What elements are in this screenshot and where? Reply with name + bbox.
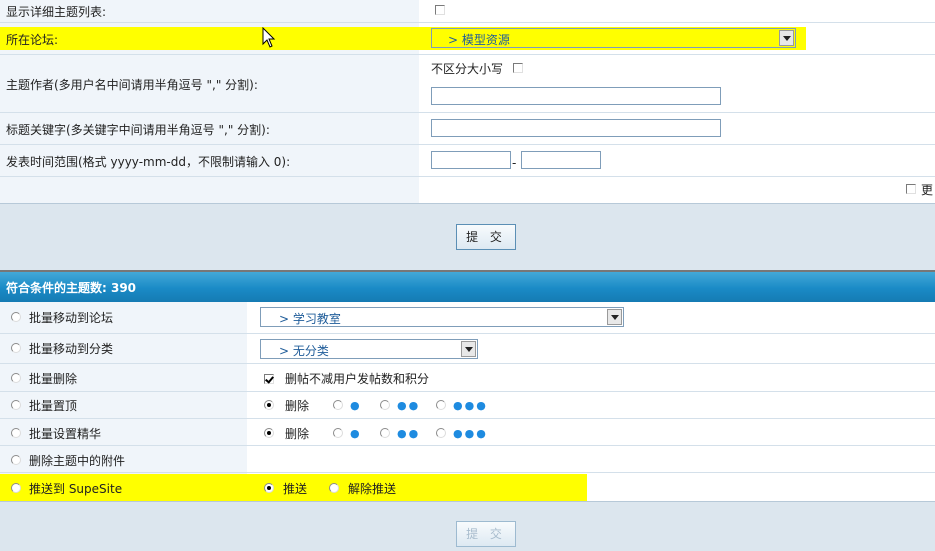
digest-level1-radio[interactable]	[333, 428, 343, 438]
level-dot-icon: ●	[350, 427, 362, 440]
move-forum-label: 批量移动到论坛	[29, 311, 114, 325]
level-dot-icon: ●●●	[453, 399, 488, 412]
case-insensitive-label: 不区分大小写	[431, 62, 504, 76]
digest-delete-label: 删除	[285, 427, 310, 441]
forum-select-value: > 模型资源	[448, 33, 510, 47]
batch-stick-label: 批量置顶	[29, 399, 78, 413]
dropdown-arrow-icon[interactable]	[461, 341, 476, 357]
operations-table: 批量移动到论坛 > 学习教室 批量移动到分类 > 无分类 批量删除 删帖不减用户…	[0, 302, 935, 502]
forum-select[interactable]: > 模型资源	[431, 28, 796, 48]
move-forum-radio[interactable]	[11, 312, 21, 322]
results-count: 符合条件的主题数: 390	[6, 281, 137, 295]
delete-attach-label: 删除主题中的附件	[29, 454, 126, 468]
search-form: 显示详细主题列表: 所在论坛: > 模型资源 主题作者(多用户名中间请用半角逗号…	[0, 0, 935, 203]
show-detail-label: 显示详细主题列表:	[6, 5, 107, 19]
push-supesite-radio[interactable]	[11, 483, 21, 493]
date-separator: -	[512, 156, 517, 170]
show-detail-checkbox[interactable]	[435, 5, 445, 15]
stick-delete-radio[interactable]	[264, 400, 274, 410]
level-dot-icon: ●●	[397, 399, 421, 412]
unpush-radio[interactable]	[329, 483, 339, 493]
level-dot-icon: ●●●	[453, 427, 488, 440]
dropdown-arrow-icon[interactable]	[607, 309, 622, 325]
digest-delete-radio[interactable]	[264, 428, 274, 438]
date-range-label: 发表时间范围(格式 yyyy-mm-dd，不限制请输入 0):	[6, 155, 291, 169]
batch-stick-radio[interactable]	[11, 400, 21, 410]
level-dot-icon: ●●	[397, 427, 421, 440]
push-radio[interactable]	[264, 483, 274, 493]
keyword-label: 标题关键字(多关键字中间请用半角逗号 "," 分割):	[6, 123, 270, 137]
batch-digest-radio[interactable]	[11, 428, 21, 438]
more-label: 更	[921, 183, 934, 197]
stick-level2-radio[interactable]	[380, 400, 390, 410]
author-label: 主题作者(多用户名中间请用半角逗号 "," 分割):	[6, 78, 258, 92]
forum-label: 所在论坛:	[6, 33, 59, 47]
date-to-input[interactable]	[521, 151, 601, 169]
keep-credits-checkbox[interactable]	[264, 374, 274, 384]
delete-attach-radio[interactable]	[11, 455, 21, 465]
keep-credits-label: 删帖不减用户发帖数和积分	[285, 372, 430, 386]
stick-delete-label: 删除	[285, 399, 310, 413]
mouse-cursor-icon	[262, 27, 276, 48]
level-dot-icon: ●	[350, 399, 362, 412]
stick-level3-radio[interactable]	[436, 400, 446, 410]
move-category-select[interactable]: > 无分类	[260, 339, 478, 359]
batch-delete-label: 批量删除	[29, 372, 78, 386]
more-checkbox[interactable]	[906, 184, 916, 194]
results-header: 符合条件的主题数: 390	[0, 270, 935, 302]
digest-level2-radio[interactable]	[380, 428, 390, 438]
author-input[interactable]	[431, 87, 721, 105]
move-forum-select-value: > 学习教室	[279, 312, 341, 326]
move-category-label: 批量移动到分类	[29, 342, 114, 356]
submit-band: 提 交	[0, 203, 935, 270]
unpush-label: 解除推送	[348, 482, 397, 496]
date-from-input[interactable]	[431, 151, 511, 169]
push-label: 推送	[283, 482, 308, 496]
move-forum-select[interactable]: > 学习教室	[260, 307, 624, 327]
dropdown-arrow-icon[interactable]	[779, 30, 794, 46]
move-category-select-value: > 无分类	[279, 344, 329, 358]
move-category-radio[interactable]	[11, 343, 21, 353]
push-supesite-label: 推送到 SupeSite	[29, 482, 123, 496]
submit-band-2: 提 交	[0, 501, 935, 551]
batch-digest-label: 批量设置精华	[29, 427, 102, 441]
search-submit-button[interactable]: 提 交	[456, 224, 516, 250]
case-insensitive-checkbox[interactable]	[513, 63, 523, 73]
batch-delete-radio[interactable]	[11, 373, 21, 383]
digest-level3-radio[interactable]	[436, 428, 446, 438]
keyword-input[interactable]	[431, 119, 721, 137]
stick-level1-radio[interactable]	[333, 400, 343, 410]
operations-submit-button[interactable]: 提 交	[456, 521, 516, 547]
